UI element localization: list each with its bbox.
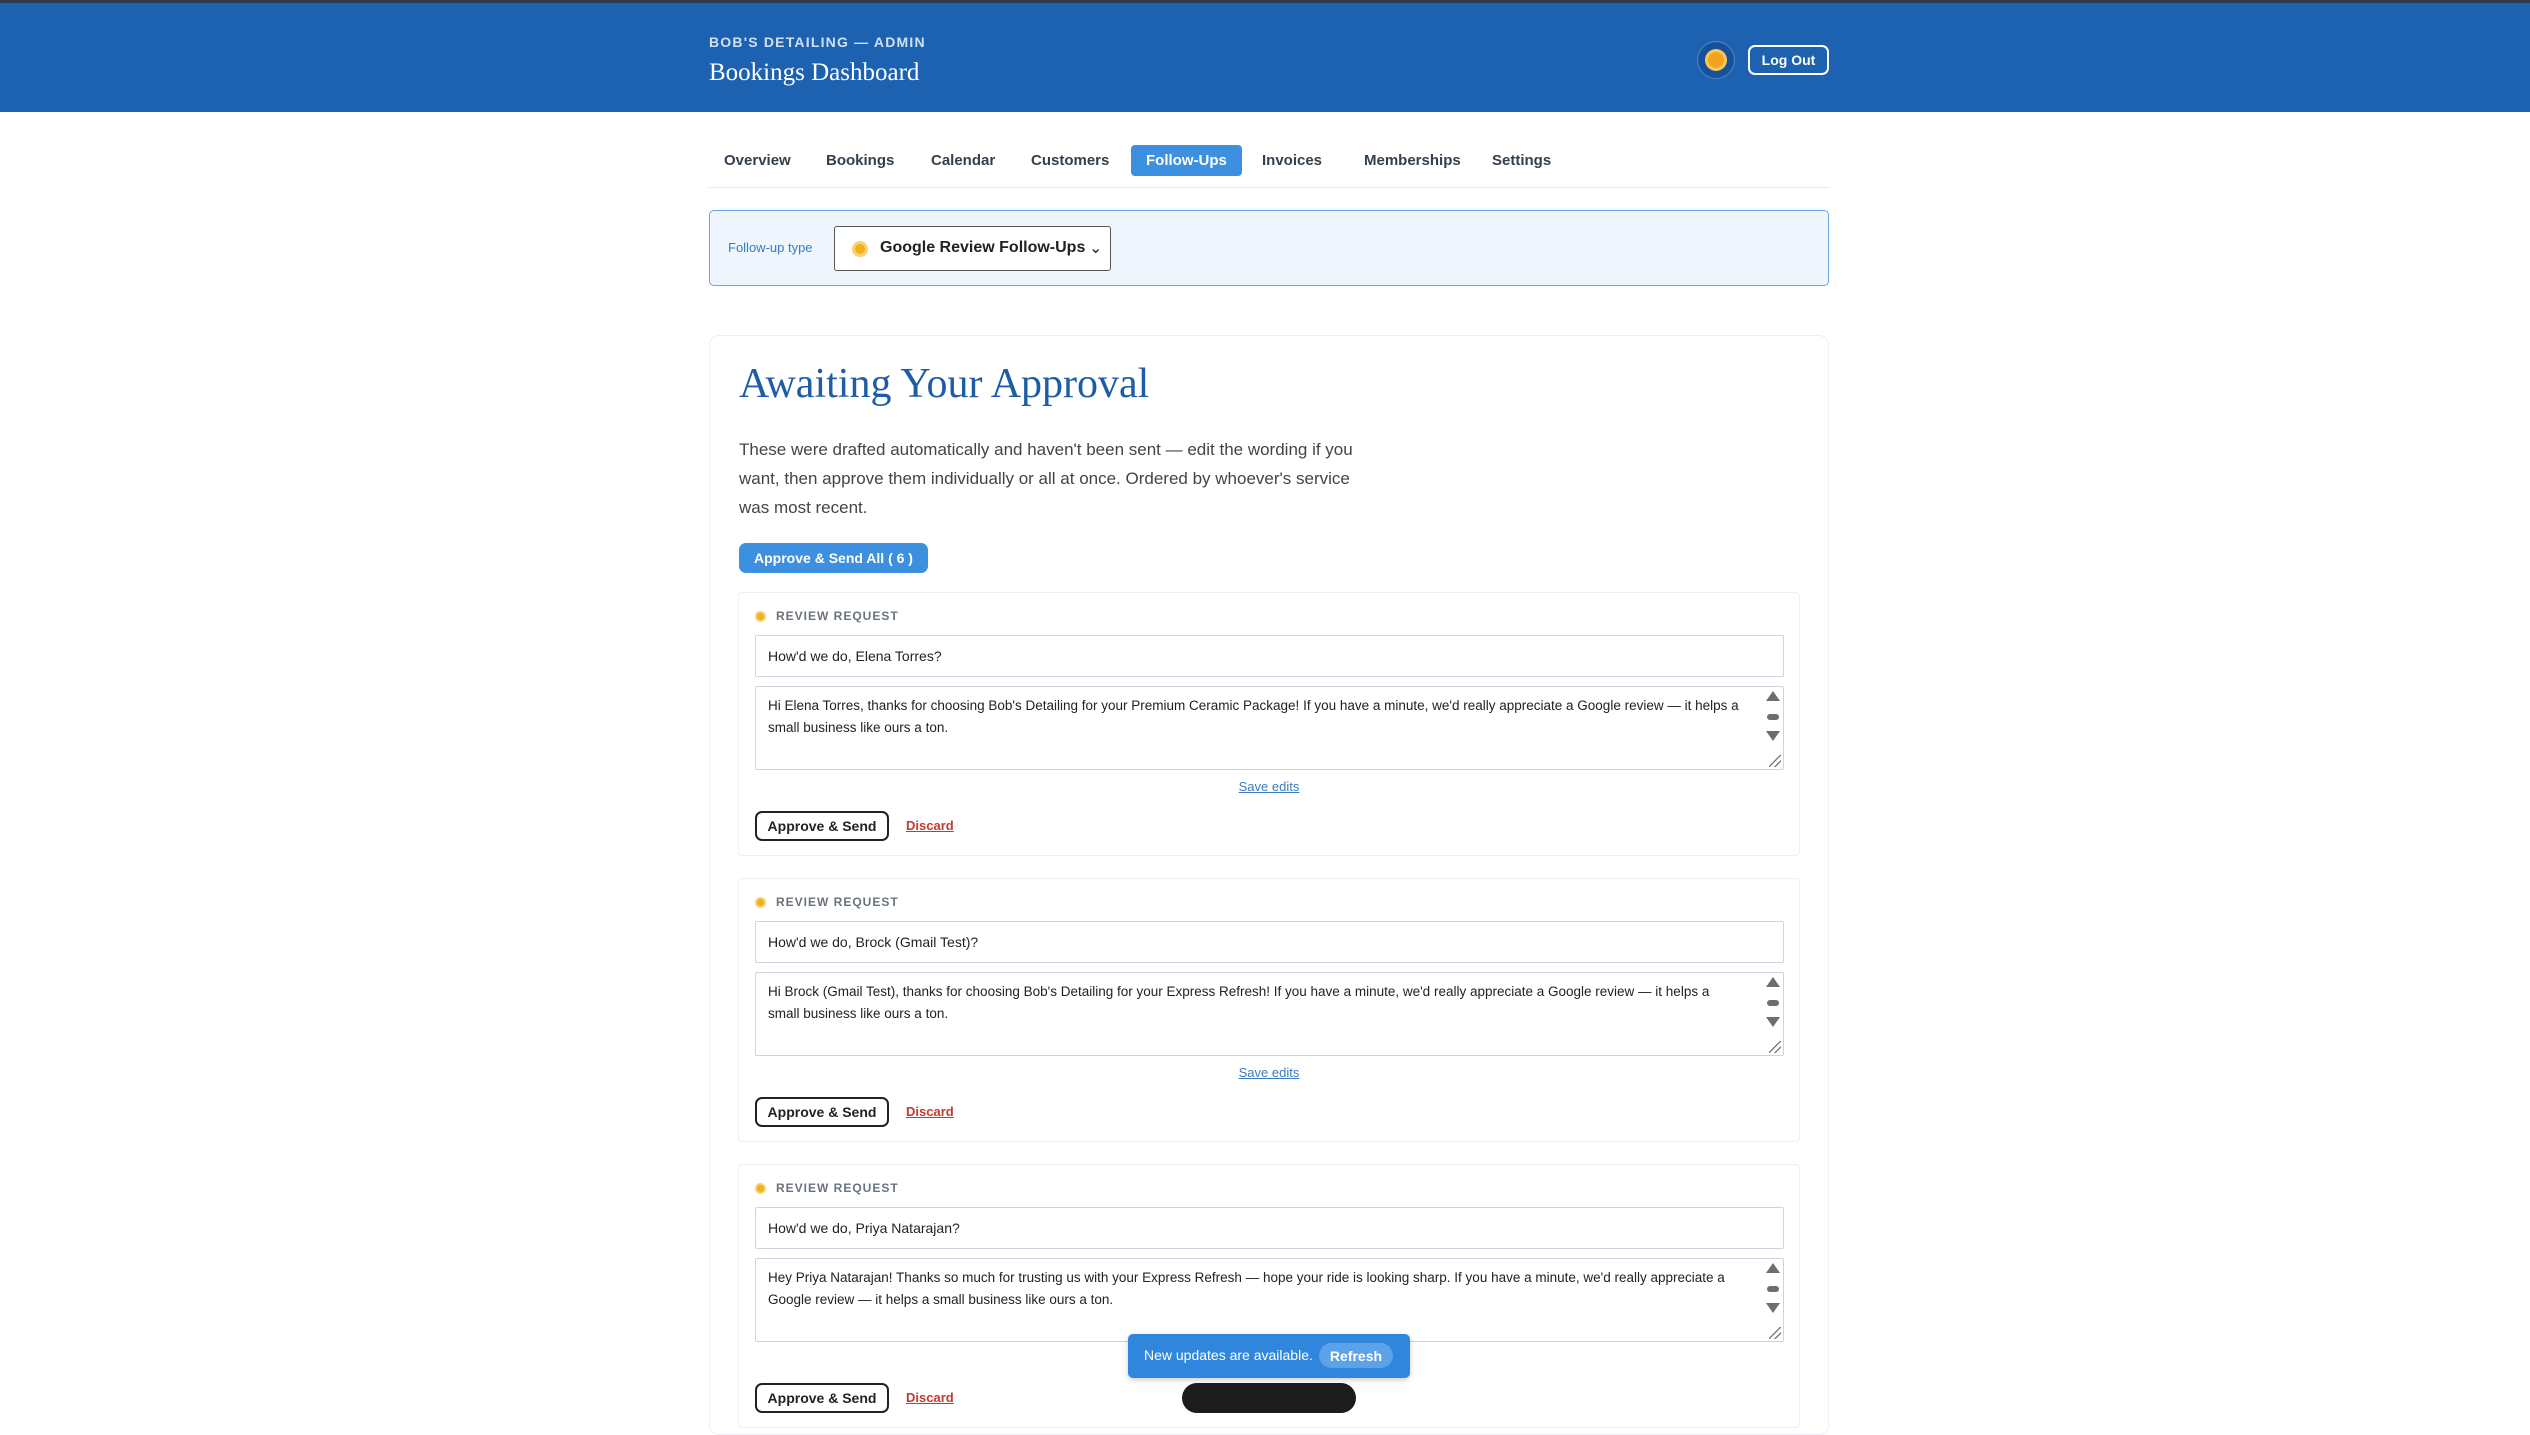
approve-send-button[interactable]: Approve & Send	[755, 1383, 889, 1413]
updates-toast: New updates are available. Refresh	[1128, 1334, 1410, 1378]
message-textarea[interactable]: Hi Brock (Gmail Test), thanks for choosi…	[755, 972, 1784, 1056]
message-textarea[interactable]: Hi Elena Torres, thanks for choosing Bob…	[755, 686, 1784, 770]
brand-kicker: BOB'S DETAILING — ADMIN	[709, 34, 926, 50]
section-intro: These were drafted automatically and hav…	[739, 440, 1353, 517]
follow-up-type-label: REVIEW REQUEST	[776, 609, 899, 623]
follow-up-type-label: Follow-up type	[728, 240, 813, 255]
app-header: BOB'S DETAILING — ADMIN Bookings Dashboa…	[0, 3, 2530, 112]
follow-up-type-value: Google Review Follow-Ups	[880, 239, 1086, 256]
tab-overview[interactable]: Overview	[709, 145, 806, 176]
discard-link[interactable]: Discard	[906, 1104, 954, 1119]
subject-input[interactable]: How'd we do, Priya Natarajan?	[755, 1207, 1784, 1249]
scroll-down-icon	[1766, 1303, 1780, 1313]
follow-up-filter: Follow-up type Google Review Follow-Ups …	[709, 210, 1829, 286]
follow-up-item: REVIEW REQUEST How'd we do, Elena Torres…	[738, 592, 1800, 856]
approve-send-all-button[interactable]: Approve & Send All ( 6 )	[739, 543, 928, 573]
tab-invoices[interactable]: Invoices	[1247, 145, 1337, 176]
discard-link[interactable]: Discard	[906, 818, 954, 833]
follow-up-type-select[interactable]: Google Review Follow-Ups ⌄	[834, 226, 1111, 271]
tab-calendar[interactable]: Calendar	[916, 145, 1010, 176]
scroll-down-icon	[1766, 731, 1780, 741]
resize-handle-icon[interactable]	[1769, 1327, 1781, 1339]
refresh-button[interactable]: Refresh	[1319, 1343, 1393, 1368]
sun-icon	[757, 899, 764, 906]
main-nav: Overview Bookings Calendar Customers Fol…	[709, 143, 1829, 188]
message-textarea[interactable]: Hey Priya Natarajan! Thanks so much for …	[755, 1258, 1784, 1342]
toast-message: New updates are available.	[1144, 1347, 1313, 1363]
sun-icon	[757, 1185, 764, 1192]
scroll-up-icon	[1766, 977, 1780, 987]
follow-up-item: REVIEW REQUEST How'd we do, Brock (Gmail…	[738, 878, 1800, 1142]
approve-send-button[interactable]: Approve & Send	[755, 811, 889, 841]
floating-pill	[1182, 1383, 1356, 1413]
save-edits-link[interactable]: Save edits	[739, 1065, 1799, 1080]
message-text: Hey Priya Natarajan! Thanks so much for …	[768, 1270, 1725, 1307]
save-edits-link[interactable]: Save edits	[739, 779, 1799, 794]
approval-card: Awaiting Your Approval These were drafte…	[709, 335, 1829, 1435]
chevron-down-icon: ⌄	[1089, 240, 1103, 257]
resize-handle-icon[interactable]	[1769, 1041, 1781, 1053]
tab-settings[interactable]: Settings	[1477, 145, 1566, 176]
scroll-thumb	[1767, 1286, 1779, 1292]
theme-toggle-button[interactable]	[1697, 41, 1735, 79]
resize-handle-icon[interactable]	[1769, 755, 1781, 767]
scroll-up-icon	[1766, 1263, 1780, 1273]
page-title: Bookings Dashboard	[709, 59, 920, 86]
tab-customers[interactable]: Customers	[1016, 145, 1124, 176]
sun-icon	[855, 244, 865, 254]
sun-icon	[757, 613, 764, 620]
follow-up-type-label: REVIEW REQUEST	[776, 895, 899, 909]
discard-link[interactable]: Discard	[906, 1390, 954, 1405]
message-text: Hi Brock (Gmail Test), thanks for choosi…	[768, 984, 1710, 1021]
logout-button[interactable]: Log Out	[1748, 45, 1829, 75]
approve-send-button[interactable]: Approve & Send	[755, 1097, 889, 1127]
section-heading: Awaiting Your Approval	[739, 361, 1150, 407]
scroll-thumb	[1767, 1000, 1779, 1006]
scroll-thumb	[1767, 714, 1779, 720]
subject-input[interactable]: How'd we do, Brock (Gmail Test)?	[755, 921, 1784, 963]
tab-follow-ups[interactable]: Follow-Ups	[1131, 145, 1242, 176]
tab-bookings[interactable]: Bookings	[811, 145, 909, 176]
message-text: Hi Elena Torres, thanks for choosing Bob…	[768, 698, 1739, 735]
scroll-down-icon	[1766, 1017, 1780, 1027]
tab-memberships[interactable]: Memberships	[1349, 145, 1476, 176]
follow-up-type-label: REVIEW REQUEST	[776, 1181, 899, 1195]
scroll-up-icon	[1766, 691, 1780, 701]
subject-input[interactable]: How'd we do, Elena Torres?	[755, 635, 1784, 677]
sun-icon	[1708, 52, 1724, 68]
